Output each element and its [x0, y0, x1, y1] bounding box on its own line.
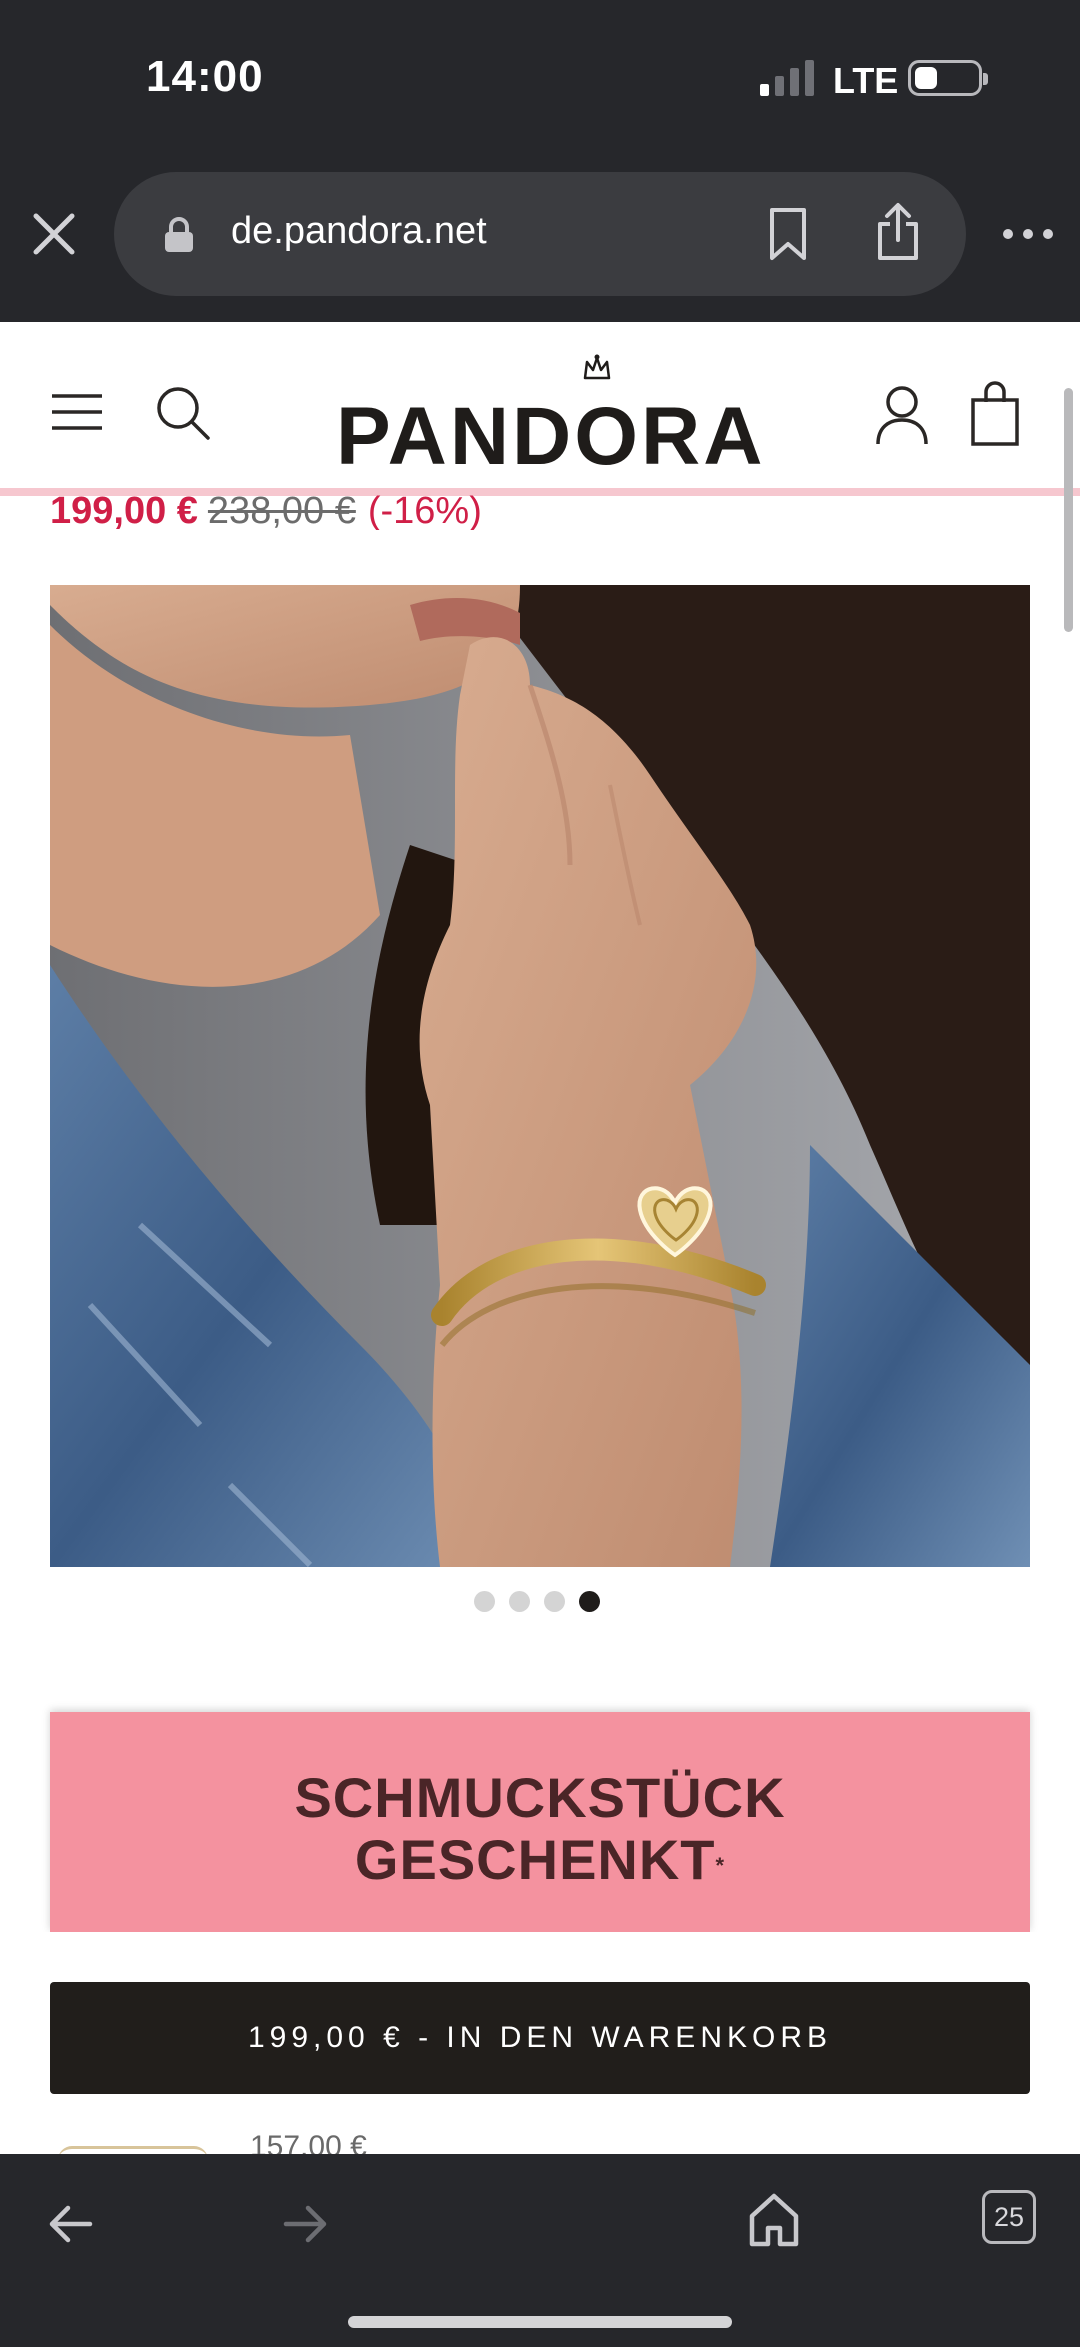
home-indicator[interactable]: [348, 2316, 732, 2328]
image-carousel-dots: [474, 1591, 624, 1613]
account-icon[interactable]: [874, 384, 930, 446]
tabs-icon[interactable]: 25: [982, 2190, 1036, 2244]
lock-icon: [162, 216, 196, 254]
battery-icon: [908, 60, 988, 96]
promo-line-1: SCHMUCKSTÜCK: [294, 1766, 786, 1829]
product-image[interactable]: [50, 585, 1030, 1567]
site-header: PANDORA: [0, 322, 1080, 496]
price-discount: (-16%): [367, 490, 482, 530]
back-icon[interactable]: [46, 2202, 94, 2246]
status-time: 14:00: [146, 52, 264, 101]
next-item-thumbnail[interactable]: [58, 2146, 208, 2154]
carousel-dot-active[interactable]: [579, 1591, 600, 1612]
next-item-price: 157,00 €: [250, 2130, 367, 2154]
sticky-cart-panel: 199,00 € - IN DEN WARENKORB 157,00 €: [0, 1932, 1080, 2154]
logo-text: PANDORA: [336, 391, 766, 482]
close-icon[interactable]: [28, 208, 80, 260]
browser-bottom-toolbar: 25: [0, 2154, 1080, 2347]
network-type: LTE: [833, 60, 899, 101]
more-icon[interactable]: [998, 218, 1058, 250]
promo-line-2: GESCHENKT: [354, 1828, 716, 1891]
menu-icon[interactable]: [50, 392, 104, 432]
promo-title: SCHMUCKSTÜCK GESCHENKT*: [50, 1767, 1030, 1891]
product-price: 199,00 €238,00 € (-16%): [50, 490, 750, 530]
bag-icon[interactable]: [970, 380, 1020, 446]
carousel-dot[interactable]: [544, 1591, 565, 1612]
share-icon[interactable]: [874, 202, 922, 262]
browser-chrome: 14:00 LTE de.pandora.net: [0, 0, 1080, 322]
search-icon[interactable]: [154, 384, 212, 442]
crown-icon: [583, 354, 611, 380]
promo-banner[interactable]: SCHMUCKSTÜCK GESCHENKT*: [50, 1712, 1030, 1932]
promo-footnote-mark: *: [715, 1853, 726, 1878]
bookmark-icon[interactable]: [766, 206, 810, 262]
carousel-dot[interactable]: [474, 1591, 495, 1612]
add-to-cart-button[interactable]: 199,00 € - IN DEN WARENKORB: [50, 1982, 1030, 2094]
home-icon[interactable]: [748, 2192, 800, 2248]
forward-icon[interactable]: [282, 2202, 330, 2246]
url-text: de.pandora.net: [231, 210, 487, 252]
product-photo: [50, 585, 1030, 1567]
pandora-logo[interactable]: PANDORA: [336, 352, 762, 482]
address-bar[interactable]: de.pandora.net: [114, 172, 966, 296]
price-sale: 199,00 €: [50, 490, 198, 530]
page-scrollbar[interactable]: [1064, 388, 1073, 632]
price-original: 238,00 €: [207, 490, 356, 530]
carousel-dot[interactable]: [509, 1591, 530, 1612]
cellular-signal-icon: [760, 58, 816, 96]
